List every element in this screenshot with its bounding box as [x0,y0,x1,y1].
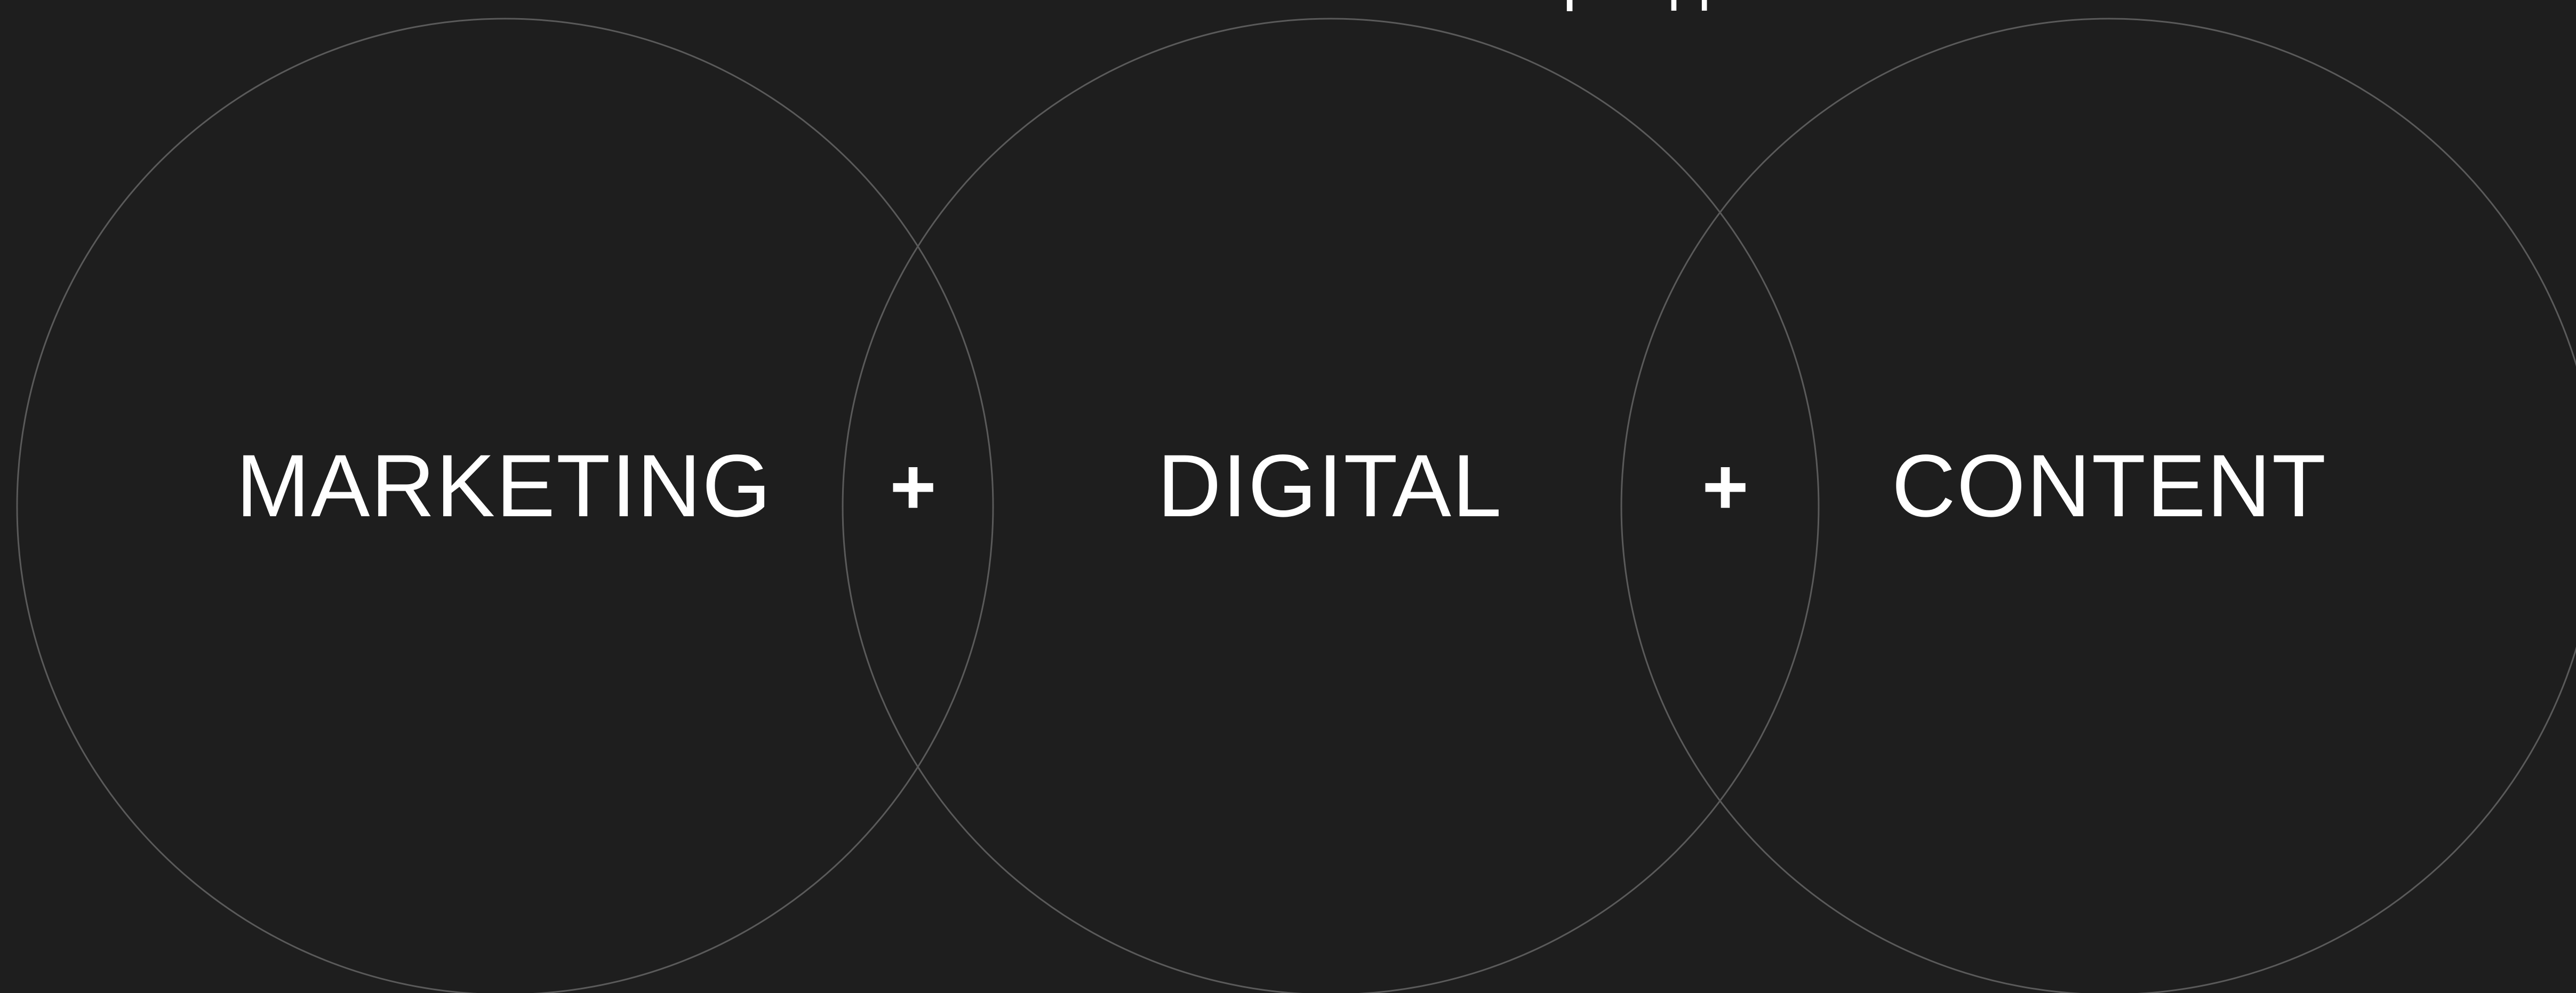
plus-sign-1: + [890,442,937,531]
label-digital: DIGITAL [1157,437,1503,535]
plus-sign-2: + [1702,442,1749,531]
diagram-canvas: бренда. MARKETING + DIGITAL + CONTENT [0,0,2576,993]
header-text-fragment: бренда. [1525,0,1763,8]
label-marketing: MARKETING [236,437,772,535]
label-content: CONTENT [1891,437,2327,535]
